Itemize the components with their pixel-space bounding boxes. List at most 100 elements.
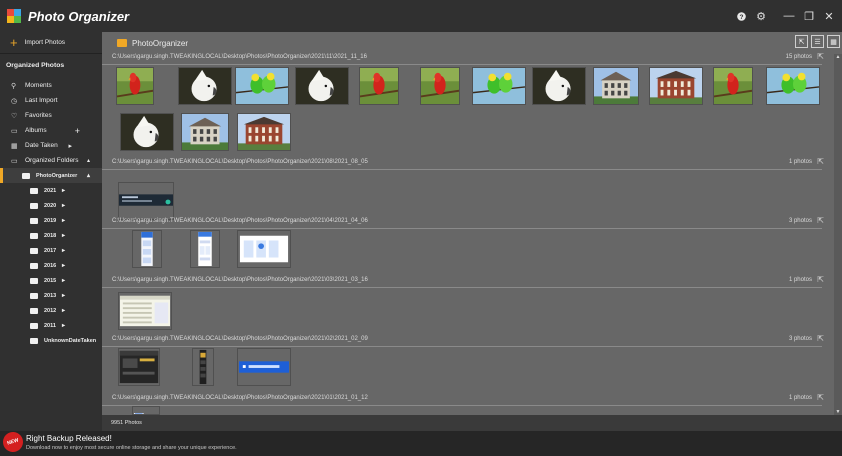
folder-path: C:\Users\gargu.singh.TWEAKINGLOCAL\Deskt… <box>112 277 368 283</box>
photo-count-label: 3 photos <box>788 336 812 342</box>
photo-thumbnail[interactable] <box>713 67 753 105</box>
photo-thumbnail[interactable] <box>766 67 820 105</box>
sidebar-item-year[interactable]: 2012 ▸ <box>0 303 102 318</box>
sidebar-footer <box>0 415 102 431</box>
folder-path: C:\Users\gargu.singh.TWEAKINGLOCAL\Deskt… <box>112 54 367 60</box>
sidebar-item-albums[interactable]: ▭ Albums + <box>0 123 102 138</box>
photo-thumbnail[interactable] <box>359 67 399 105</box>
chevron-right-icon[interactable]: ▸ <box>62 322 65 329</box>
folder-path: C:\Users\gargu.singh.TWEAKINGLOCAL\Deskt… <box>112 159 368 165</box>
folder-icon <box>30 277 38 284</box>
photo-thumbnail[interactable] <box>120 113 174 151</box>
photo-thumbnail[interactable] <box>532 67 586 105</box>
folder-path: C:\Users\gargu.singh.TWEAKINGLOCAL\Deskt… <box>112 336 368 342</box>
sidebar-item-label: 2017 <box>44 247 57 254</box>
folder-group-header: C:\Users\gargu.singh.TWEAKINGLOCAL\Deskt… <box>112 157 824 169</box>
photo-count-label: 1 photos <box>788 277 812 283</box>
list-view-icon[interactable]: ☰ <box>811 35 824 48</box>
photo-thumbnail[interactable] <box>178 67 232 105</box>
open-folder-icon[interactable]: ⇱ <box>817 216 824 225</box>
open-external-icon[interactable]: ⇱ <box>795 35 808 48</box>
group-divider <box>102 346 822 347</box>
open-folder-icon[interactable]: ⇱ <box>817 275 824 284</box>
sidebar-item-year[interactable]: 2013 ▸ <box>0 288 102 303</box>
chevron-right-icon[interactable]: ▸ <box>62 307 65 314</box>
sidebar-item-date-taken[interactable]: ▦ Date Taken ▸ <box>0 138 102 153</box>
folder-icon <box>30 232 38 239</box>
chevron-right-icon[interactable]: ▸ <box>62 232 65 239</box>
chevron-right-icon[interactable]: ▸ <box>62 217 65 224</box>
scroll-up-icon[interactable]: ▲ <box>834 54 842 60</box>
photo-thumbnail[interactable] <box>190 230 220 268</box>
photo-count-label: 3 photos <box>788 218 812 224</box>
photo-thumbnail[interactable] <box>593 67 639 105</box>
sidebar-item-year[interactable]: 2021 ▸ <box>0 183 102 198</box>
chevron-up-icon[interactable]: ▴ <box>87 172 90 179</box>
chevron-right-icon[interactable]: ▸ <box>62 262 65 269</box>
sidebar-item-year[interactable]: 2020 ▸ <box>0 198 102 213</box>
open-folder-icon[interactable]: ⇱ <box>817 334 824 343</box>
photo-thumbnail[interactable] <box>472 67 526 105</box>
photo-thumbnail[interactable] <box>235 67 289 105</box>
import-photos-button[interactable]: + Import Photos <box>0 32 102 54</box>
sidebar-item-label: 2018 <box>44 232 57 239</box>
help-icon[interactable]: ? <box>732 7 750 25</box>
photo-thumbnail[interactable] <box>420 67 460 105</box>
photo-thumbnail[interactable] <box>192 348 214 386</box>
photo-thumbnail[interactable] <box>237 348 291 386</box>
sidebar-item-year[interactable]: 2015 ▸ <box>0 273 102 288</box>
minimize-icon[interactable]: — <box>780 7 798 25</box>
folder-header: PhotoOrganizer <box>102 32 842 54</box>
sidebar-item-year[interactable]: 2019 ▸ <box>0 213 102 228</box>
chevron-right-icon[interactable]: ▸ <box>62 202 65 209</box>
chevron-up-icon[interactable]: ▴ <box>87 157 90 164</box>
settings-icon[interactable]: ⚙ <box>752 7 770 25</box>
scrollbar[interactable]: ▲ ▼ <box>834 54 842 415</box>
sidebar-item-label: PhotoOrganizer <box>36 172 78 179</box>
open-folder-icon[interactable]: ⇱ <box>817 157 824 166</box>
photo-thumbnail[interactable] <box>116 67 154 105</box>
sidebar-item-year[interactable]: 2018 ▸ <box>0 228 102 243</box>
sidebar-item-label: 2012 <box>44 307 57 314</box>
chevron-right-icon[interactable]: ▸ <box>68 142 72 150</box>
folder-icon <box>30 247 38 254</box>
sidebar-item-label: 2020 <box>44 202 57 209</box>
photo-thumbnail[interactable] <box>295 67 349 105</box>
photo-thumbnail[interactable] <box>649 67 703 105</box>
sidebar-item-year[interactable]: 2011 ▸ <box>0 318 102 333</box>
photo-thumbnail[interactable] <box>132 406 160 415</box>
grid-view-icon[interactable]: ▦ <box>827 35 840 48</box>
photo-thumbnail[interactable] <box>118 292 172 330</box>
photo-thumbnail[interactable] <box>118 348 160 386</box>
sidebar-item-photoorganizer[interactable]: PhotoOrganizer ▴ <box>0 168 102 183</box>
photo-thumbnail[interactable] <box>132 230 162 268</box>
close-icon[interactable]: ✕ <box>820 7 838 25</box>
folder-group-header: C:\Users\gargu.singh.TWEAKINGLOCAL\Deskt… <box>112 52 824 64</box>
album-icon: ▭ <box>11 127 18 135</box>
sidebar-item-label: 2011 <box>44 322 56 329</box>
photo-thumbnail[interactable] <box>237 230 291 268</box>
restore-icon[interactable]: ❐ <box>800 7 818 25</box>
new-badge-icon: NEW <box>0 429 26 455</box>
group-divider <box>102 169 822 170</box>
chevron-right-icon[interactable]: ▸ <box>62 247 65 254</box>
promo-banner[interactable]: NEW Right Backup Released! Download now … <box>0 429 842 456</box>
sidebar-item-year[interactable]: UnknownDateTaken <box>0 333 102 348</box>
photo-thumbnail[interactable] <box>237 113 291 151</box>
photo-thumbnail[interactable] <box>181 113 229 151</box>
sidebar-item-favorites[interactable]: ♡ Favorites <box>0 108 102 123</box>
sidebar-item-moments[interactable]: ⚲ Moments <box>0 78 102 93</box>
banner-text: Download now to enjoy most secure online… <box>26 445 237 451</box>
open-folder-icon[interactable]: ⇱ <box>817 393 824 402</box>
sidebar-item-year[interactable]: 2016 ▸ <box>0 258 102 273</box>
sidebar-item-label: 2021 <box>44 187 57 194</box>
add-album-icon[interactable]: + <box>75 126 80 136</box>
sidebar-item-last-import[interactable]: ◷ Last Import <box>0 93 102 108</box>
chevron-right-icon[interactable]: ▸ <box>62 277 65 284</box>
sidebar-item-year[interactable]: 2017 ▸ <box>0 243 102 258</box>
chevron-right-icon[interactable]: ▸ <box>62 187 65 194</box>
chevron-right-icon[interactable]: ▸ <box>62 292 65 299</box>
photo-thumbnail[interactable] <box>118 182 174 220</box>
sidebar-item-organized-folders[interactable]: ▭ Organized Folders ▴ <box>0 153 102 168</box>
open-folder-icon[interactable]: ⇱ <box>817 52 824 61</box>
